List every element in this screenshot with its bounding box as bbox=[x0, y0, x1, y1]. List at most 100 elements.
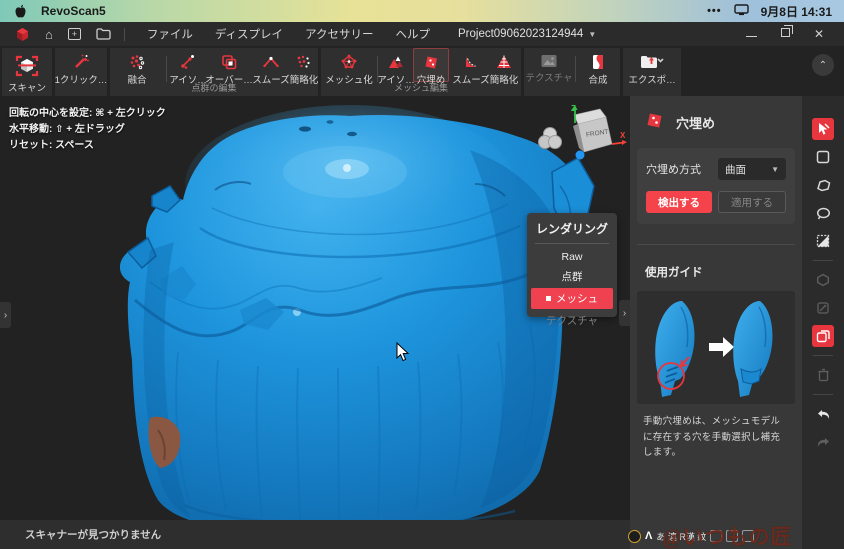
select-cursor-button[interactable] bbox=[812, 118, 834, 140]
material-spheres-icon[interactable] bbox=[536, 126, 564, 152]
undo-button[interactable] bbox=[812, 403, 834, 425]
mesh-smooth-button[interactable]: スムーズ bbox=[451, 48, 491, 82]
status-message: スキャナーが見つかりません bbox=[25, 527, 161, 542]
simplify-mesh-icon bbox=[495, 53, 513, 71]
hole-fill-panel: 穴埋め 穴埋め方式 曲面 ▼ 検出する 適用する 使用ガイド bbox=[630, 96, 802, 549]
isolation-mesh-icon bbox=[387, 53, 405, 71]
usage-guide-image bbox=[637, 291, 795, 404]
method-label: 穴埋め方式 bbox=[646, 161, 701, 177]
apply-button: 適用する bbox=[718, 191, 786, 213]
ribbon-collapse-button[interactable]: ⌃ bbox=[812, 54, 834, 76]
hole-fill-panel-title: 穴埋め bbox=[676, 113, 715, 132]
render-option-raw[interactable]: Raw bbox=[527, 248, 617, 266]
render-option-pointcloud[interactable]: 点群 bbox=[527, 266, 617, 287]
guide-arrow-icon bbox=[709, 337, 734, 357]
rendering-panel-title: レンダリング bbox=[527, 213, 617, 237]
pc-isolation-button[interactable]: アイソ… bbox=[168, 48, 208, 82]
menubar-more-icon[interactable]: ••• bbox=[707, 5, 722, 17]
close-button[interactable]: ✕ bbox=[814, 27, 824, 41]
chevron-down-icon: ▼ bbox=[588, 30, 596, 39]
project-name: Project09062023124944 bbox=[458, 28, 583, 40]
rect-select-button[interactable] bbox=[812, 146, 834, 168]
project-name-dropdown[interactable]: Project09062023124944 ▼ bbox=[458, 28, 596, 40]
menu-file[interactable]: ファイル bbox=[147, 26, 193, 42]
axis-x-label: X bbox=[620, 131, 626, 140]
hexagon-select-button bbox=[812, 269, 834, 291]
texture-icon bbox=[540, 53, 558, 69]
chevron-up-icon: ⌃ bbox=[819, 60, 827, 71]
one-click-button[interactable]: 1クリック… bbox=[55, 48, 107, 82]
export-icon bbox=[639, 53, 665, 71]
watermark-text: @いつもの匠 bbox=[662, 521, 793, 549]
delete-selection-button bbox=[812, 364, 834, 386]
pc-smooth-button[interactable]: スムーズ bbox=[250, 48, 292, 82]
texture-button: テクスチャ bbox=[525, 48, 573, 82]
mesh-simplify-button[interactable]: 簡略化 bbox=[491, 48, 517, 82]
open-folder-icon[interactable] bbox=[96, 28, 111, 40]
guide-model-before bbox=[655, 301, 694, 397]
hole-fill-settings-card: 穴埋め方式 曲面 ▼ 検出する 適用する bbox=[637, 148, 795, 224]
overlap-icon bbox=[220, 53, 238, 71]
merge-button[interactable]: 合成 bbox=[578, 48, 618, 82]
home-icon[interactable]: ⌂ bbox=[45, 28, 53, 41]
scan-icon bbox=[15, 53, 39, 79]
smooth-mesh-icon bbox=[462, 53, 480, 71]
hole-fill-button[interactable]: 穴埋め bbox=[413, 48, 449, 82]
hint-rotate: 回転の中心を設定: ⌘ + 左クリック bbox=[9, 106, 166, 122]
restore-button[interactable] bbox=[781, 28, 790, 40]
render-option-mesh[interactable]: メッシュ bbox=[531, 288, 613, 309]
hole-fill-panel-icon bbox=[644, 110, 666, 134]
select-through-button[interactable] bbox=[812, 325, 834, 347]
fuse-button[interactable]: 融合 bbox=[114, 48, 160, 82]
menubar-datetime[interactable]: 9月8日 14:31 bbox=[761, 3, 832, 20]
chevron-right-icon: › bbox=[623, 308, 626, 319]
plane-cut-button bbox=[812, 297, 834, 319]
ribbon: スキャン 1クリック… 融合 bbox=[0, 46, 844, 96]
method-select[interactable]: 曲面 ▼ bbox=[718, 158, 786, 180]
invert-select-button[interactable] bbox=[812, 230, 834, 252]
ime-app-icon[interactable] bbox=[628, 530, 641, 543]
simplify-points-icon bbox=[295, 53, 313, 71]
magic-wand-icon bbox=[72, 53, 90, 71]
hint-pan: 水平移動: ⇧ + 左ドラッグ bbox=[9, 122, 166, 138]
axis-z-label: Z bbox=[571, 104, 576, 113]
detect-button[interactable]: 検出する bbox=[646, 191, 712, 213]
display-icon[interactable] bbox=[734, 4, 749, 19]
menu-help[interactable]: ヘルプ bbox=[396, 26, 431, 42]
ime-logo-icon[interactable]: Λ bbox=[645, 530, 652, 542]
mesh-isolation-button[interactable]: アイソ… bbox=[380, 48, 412, 82]
rendering-panel: レンダリング Raw 点群 メッシュ テクスチャ bbox=[527, 213, 617, 317]
menubar-app-name[interactable]: RevoScan5 bbox=[41, 4, 106, 18]
minimize-button[interactable] bbox=[746, 28, 757, 40]
export-button[interactable]: エクスポ… bbox=[625, 48, 679, 82]
viewport-3d[interactable]: 回転の中心を設定: ⌘ + 左クリック 水平移動: ⇧ + 左ドラッグ リセット… bbox=[0, 96, 630, 520]
revoscan-window: RevoScan5 ••• 9月8日 14:31 ⌂ + ファイル ディスプレイ… bbox=[0, 0, 844, 549]
guide-model-after bbox=[733, 301, 772, 397]
isolation-points-icon bbox=[179, 53, 197, 71]
render-option-texture: テクスチャ bbox=[527, 310, 617, 331]
menu-display[interactable]: ディスプレイ bbox=[215, 26, 283, 42]
method-selected-value: 曲面 bbox=[725, 162, 746, 177]
menu-accessory[interactable]: アクセサリー bbox=[305, 26, 373, 42]
mouse-cursor bbox=[396, 342, 410, 367]
revoscan-logo-icon bbox=[15, 27, 30, 42]
hint-reset: リセット: スペース bbox=[9, 138, 166, 154]
navigation-cube[interactable]: FRONT Z X bbox=[562, 104, 628, 166]
macos-menubar: RevoScan5 ••• 9月8日 14:31 bbox=[0, 0, 844, 22]
polygon-select-button[interactable] bbox=[812, 174, 834, 196]
meshify-icon bbox=[340, 53, 358, 71]
fusion-icon bbox=[128, 53, 146, 71]
meshify-button[interactable]: メッシュ化 bbox=[323, 48, 375, 82]
scan-button[interactable]: スキャン bbox=[2, 48, 52, 96]
lasso-select-button[interactable] bbox=[812, 202, 834, 224]
render-panel-collapse-button[interactable]: › bbox=[619, 300, 630, 326]
chevron-down-icon: ▼ bbox=[771, 165, 779, 174]
left-panel-expand-button[interactable]: › bbox=[0, 302, 11, 328]
pc-overlap-button[interactable]: オーバー… bbox=[208, 48, 250, 82]
redo-button bbox=[812, 431, 834, 453]
new-project-icon[interactable]: + bbox=[68, 28, 81, 40]
pc-simplify-button[interactable]: 簡略化 bbox=[292, 48, 316, 82]
apple-logo-icon[interactable] bbox=[14, 4, 27, 19]
selected-bullet-icon bbox=[546, 296, 551, 301]
merge-icon bbox=[590, 53, 606, 71]
